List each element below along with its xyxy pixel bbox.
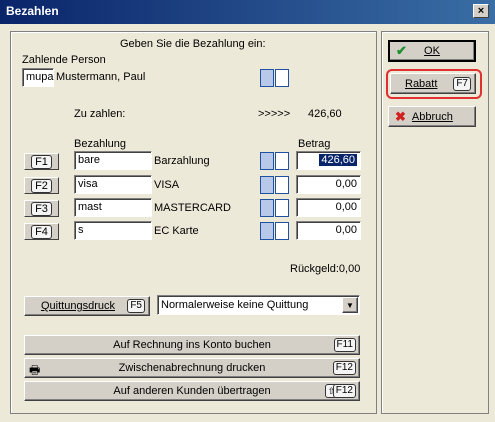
f3-key-button[interactable]: F3: [24, 200, 59, 217]
cancel-button[interactable]: ✖ Abbruch: [388, 106, 476, 127]
receipt-print-button[interactable]: Quittungsdruck F5: [24, 296, 150, 316]
search-icon[interactable]: [275, 222, 289, 240]
payment-name: EC Karte: [154, 225, 199, 237]
payment-name: MASTERCARD: [154, 202, 232, 214]
due-amount: 426,60: [308, 108, 342, 120]
search-icon[interactable]: [275, 152, 289, 170]
payer-name: Mustermann, Paul: [56, 71, 146, 83]
transfer-customer-button[interactable]: Auf anderen Kunden übertragen ⇧ F12: [24, 381, 360, 401]
col-amount: Betrag: [298, 138, 331, 150]
interim-print-button[interactable]: 🖶 Zwischenabrechnung drucken F12: [24, 358, 360, 378]
payment-code-input[interactable]: visa: [74, 175, 152, 194]
payment-row-ec: F4 s EC Karte 0,00: [0, 221, 380, 245]
close-button[interactable]: ×: [473, 4, 489, 18]
payer-code-input[interactable]: mupa: [22, 68, 54, 87]
f1-key-button[interactable]: F1: [24, 153, 59, 170]
checkmark-icon: ✔: [396, 43, 407, 58]
amount-input[interactable]: 0,00: [296, 221, 361, 240]
f7-key-badge: F7: [453, 77, 471, 91]
col-payment: Bezahlung: [74, 138, 126, 150]
list-icon[interactable]: [260, 152, 274, 170]
payment-name: Barzahlung: [154, 155, 210, 167]
list-icon[interactable]: [260, 222, 274, 240]
f12-key-badge: F12: [332, 384, 356, 398]
title-bar: [0, 0, 495, 24]
chevron-down-icon[interactable]: ▼: [342, 297, 358, 313]
payment-row-cash: F1 bare Barzahlung 426,60: [0, 151, 380, 175]
receipt-option-select[interactable]: Normalerweise keine Quittung ▼: [157, 295, 360, 315]
payer-label: Zahlende Person: [22, 54, 106, 66]
payment-name: VISA: [154, 179, 180, 191]
discount-button[interactable]: Rabatt F7: [390, 73, 476, 94]
list-icon[interactable]: [260, 69, 274, 87]
f11-key-badge: F11: [333, 338, 356, 352]
payment-code-input[interactable]: s: [74, 221, 152, 240]
payment-code-input[interactable]: bare: [74, 151, 152, 170]
window-title: Bezahlen: [6, 4, 59, 18]
f12-key-badge: F12: [332, 361, 356, 375]
due-label: Zu zahlen:: [74, 108, 126, 120]
amount-input[interactable]: 0,00: [296, 198, 361, 217]
x-icon: ✖: [395, 108, 406, 124]
payment-row-mastercard: F3 mast MASTERCARD 0,00: [0, 198, 380, 222]
ok-button[interactable]: ✔ OK: [388, 40, 476, 62]
amount-input[interactable]: 426,60: [296, 151, 361, 170]
book-to-account-button[interactable]: Auf Rechnung ins Konto buchen F11: [24, 335, 360, 355]
f2-key-button[interactable]: F2: [24, 177, 59, 194]
payment-row-visa: F2 visa VISA 0,00: [0, 175, 380, 199]
prompt-text: Geben Sie die Bezahlung ein:: [120, 38, 266, 50]
f4-key-button[interactable]: F4: [24, 223, 59, 240]
search-icon[interactable]: [275, 69, 289, 87]
search-icon[interactable]: [275, 176, 289, 194]
list-icon[interactable]: [260, 199, 274, 217]
change-text: Rückgeld:0,00: [290, 263, 361, 275]
search-icon[interactable]: [275, 199, 289, 217]
due-arrows: >>>>>: [258, 108, 291, 120]
f5-key-badge: F5: [127, 299, 145, 313]
amount-input[interactable]: 0,00: [296, 175, 361, 194]
payment-code-input[interactable]: mast: [74, 198, 152, 217]
list-icon[interactable]: [260, 176, 274, 194]
printer-icon: 🖶: [29, 363, 41, 377]
